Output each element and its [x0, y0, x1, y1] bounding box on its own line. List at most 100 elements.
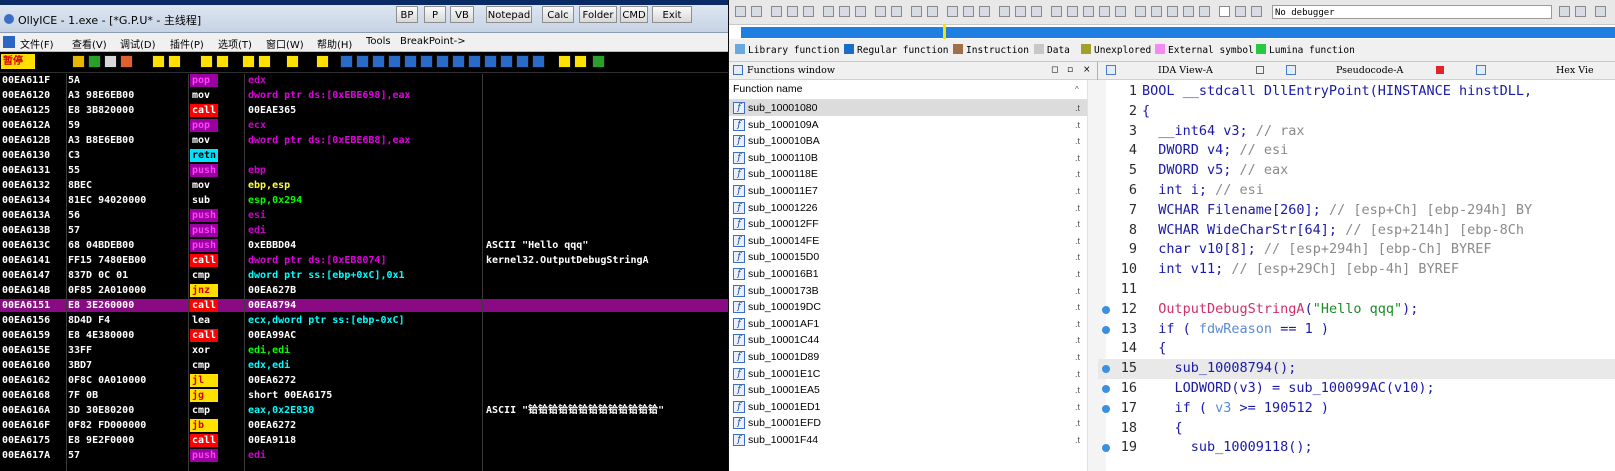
list-icon[interactable] [574, 55, 587, 68]
pseudocode-line[interactable]: 4 DWORD v4; // esi [1098, 141, 1615, 161]
functions-scrollbar[interactable] [1087, 80, 1098, 471]
xrefs-icon[interactable] [1051, 6, 1062, 17]
pseudocode-line[interactable]: 1 BOOL __stdcall DllEntryPoint(HINSTANCE … [1098, 82, 1615, 102]
breakpoint-dot-icon[interactable] [1102, 365, 1110, 374]
sort-icon[interactable]: ^ [1075, 80, 1079, 99]
exports-icon[interactable] [1031, 6, 1042, 17]
tab-close-icon[interactable] [1256, 66, 1264, 74]
restore-icon[interactable]: ◻ [1051, 62, 1058, 79]
exit-button[interactable]: Exit [652, 6, 692, 23]
pseudocode-line[interactable]: 5 DWORD v5; // eax [1098, 161, 1615, 181]
function-item[interactable]: f sub_10001226 .t [729, 200, 1087, 216]
types-icon[interactable] [1099, 6, 1110, 17]
disasm-row[interactable]: 00EA614B 0F85 2A010000 jnz 00EA627B [0, 284, 728, 297]
pause-icon[interactable] [152, 55, 165, 68]
trace-over-icon[interactable] [242, 55, 255, 68]
pseudocode-line[interactable]: 8 WCHAR WideCharStr[64]; // [esp+214h] [… [1098, 221, 1615, 241]
disasm-row[interactable]: 00EA613C 68 04BDEB00 push 0xEBBD04 ASCII "He… [0, 239, 728, 252]
function-item[interactable]: f sub_100010BA .t [729, 133, 1087, 149]
breakpoint-dot-icon[interactable] [1102, 385, 1110, 393]
disassembly-pane[interactable]: 00EA611F 5A pop edx 00EA6120 A3 98E6EB00 mov dw… [0, 74, 728, 471]
pseudocode-line[interactable]: 6 int i; // esi [1098, 181, 1615, 201]
function-item[interactable]: f sub_100016B1 .t [729, 266, 1087, 282]
pseudocode-line[interactable]: 19 sub_10009118(); [1098, 438, 1615, 458]
pseudocode-line[interactable]: 2{ [1098, 102, 1615, 122]
code-icon[interactable] [875, 6, 886, 17]
search-icon[interactable] [823, 6, 834, 17]
function-item[interactable]: f sub_10001F44 .t [729, 432, 1087, 448]
pseudocode-line[interactable]: 14 { [1098, 339, 1615, 359]
function-item[interactable]: f sub_10001E1C .t [729, 366, 1087, 382]
disasm-row[interactable]: 00EA6151 E8 3E260000 call 00EA8794 [0, 299, 728, 312]
function-item[interactable]: f sub_100012FF .t [729, 216, 1087, 232]
close-icon[interactable]: × [1083, 62, 1091, 79]
window-w-icon[interactable] [404, 55, 417, 68]
window-r-icon[interactable] [500, 55, 513, 68]
tab-pseudocode-a[interactable]: Pseudocode-A [1336, 62, 1403, 79]
disasm-row[interactable]: 00EA6147 837D 0C 01 cmp dword ptr ss:[ebp+0… [0, 269, 728, 282]
stop-debug-icon[interactable] [1251, 6, 1262, 17]
disasm-row[interactable]: 00EA6125 E8 3B820000 call 00EAE365 [0, 104, 728, 117]
p-button[interactable]: P [424, 6, 446, 23]
pseudocode-line[interactable]: 9 char v10[8]; // [esp+294h] [ebp-Ch] BY… [1098, 240, 1615, 260]
column-separator[interactable] [66, 74, 67, 471]
disasm-row[interactable]: 00EA6130 C3 retn [0, 149, 728, 162]
column-separator[interactable] [188, 74, 189, 471]
function-item[interactable]: f sub_100014FE .t [729, 233, 1087, 249]
pseudocode-line[interactable]: 15 sub_10008794(); [1098, 359, 1615, 379]
pseudocode-line[interactable]: 13 if ( fdwReason == 1 ) [1098, 320, 1615, 340]
float-icon[interactable]: ▫ [1067, 62, 1073, 79]
tab-close-icon[interactable] [1436, 66, 1444, 74]
goto-icon[interactable] [286, 55, 299, 68]
step-into-icon[interactable] [168, 55, 181, 68]
restart-icon[interactable] [88, 55, 101, 68]
log-window-icon[interactable] [316, 55, 329, 68]
function-item[interactable]: f sub_10001C44 .t [729, 332, 1087, 348]
signatures-icon[interactable] [1115, 6, 1126, 17]
lumina-icon[interactable] [1575, 6, 1586, 17]
plugin-icon[interactable] [1167, 6, 1178, 17]
window-slash-icon[interactable] [452, 55, 465, 68]
disasm-row[interactable]: 00EA6134 81EC 94020000 sub esp,0x294 [0, 194, 728, 207]
disasm-row[interactable]: 00EA613B 57 push edi [0, 224, 728, 237]
tab-hex-view[interactable]: Hex Vie [1556, 62, 1594, 79]
trace-into-icon[interactable] [216, 55, 229, 68]
navigation-band-bar[interactable] [741, 27, 1615, 38]
window-s-icon[interactable] [532, 55, 545, 68]
pseudocode-line[interactable]: 7 WCHAR Filename[260]; // [esp+Ch] [ebp-… [1098, 201, 1615, 221]
strings-icon[interactable] [963, 6, 974, 17]
pseudocode-line[interactable]: 17 if ( v3 >= 190512 ) [1098, 399, 1615, 419]
pseudocode-line[interactable]: 11 [1098, 280, 1615, 300]
disasm-row[interactable]: 00EA6156 8D4D F4 lea ecx,dword ptr ss:[ebp-… [0, 314, 728, 327]
settings-icon[interactable] [1595, 6, 1606, 17]
pseudocode-line[interactable]: 16 LODWORD(v3) = sub_100099AC(v10); [1098, 379, 1615, 399]
disasm-row[interactable]: 00EA617A 57 push edi [0, 449, 728, 462]
script-icon[interactable] [1151, 6, 1162, 17]
column-separator[interactable] [482, 74, 483, 471]
structs-icon[interactable] [1067, 6, 1078, 17]
functions-column-header[interactable]: Function name ^ [729, 80, 1097, 100]
disasm-row[interactable]: 00EA6160 3BD7 cmp edx,edi [0, 359, 728, 372]
breakpoint-dot-icon[interactable] [1102, 325, 1110, 334]
step-over-icon[interactable] [200, 55, 213, 68]
jump-icon[interactable] [803, 6, 814, 17]
function-name-header[interactable]: Function name [733, 80, 802, 99]
window-h-icon[interactable] [420, 55, 433, 68]
function-item[interactable]: f sub_10001EFD .t [729, 415, 1087, 431]
function-item[interactable]: f sub_10001D89 .t [729, 349, 1087, 365]
disasm-row[interactable]: 00EA6141 FF15 7480EB00 call dword ptr ds:[0… [0, 254, 728, 267]
disasm-row[interactable]: 00EA615E 33FF xor edi,edi [0, 344, 728, 357]
menu-breakpoint[interactable]: BreakPoint-> [400, 36, 466, 47]
start-debug-icon[interactable] [1219, 6, 1230, 17]
disasm-row[interactable]: 00EA6159 E8 4E380000 call 00EA99AC [0, 329, 728, 342]
window-t-icon[interactable] [388, 55, 401, 68]
function-item[interactable]: f sub_1000109A .t [729, 117, 1087, 133]
pseudocode-line[interactable]: 12 OutputDebugStringA("Hello qqq"); [1098, 300, 1615, 320]
pseudocode-line[interactable]: 18 { [1098, 419, 1615, 439]
open-icon[interactable] [735, 6, 746, 17]
save-icon[interactable] [751, 6, 762, 17]
bp-button[interactable]: BP [396, 6, 418, 23]
segments-icon[interactable] [999, 6, 1010, 17]
disasm-row[interactable]: 00EA6162 0F8C 0A010000 jl 00EA6272 [0, 374, 728, 387]
function-item[interactable]: f sub_10001AF1 .t [729, 316, 1087, 332]
